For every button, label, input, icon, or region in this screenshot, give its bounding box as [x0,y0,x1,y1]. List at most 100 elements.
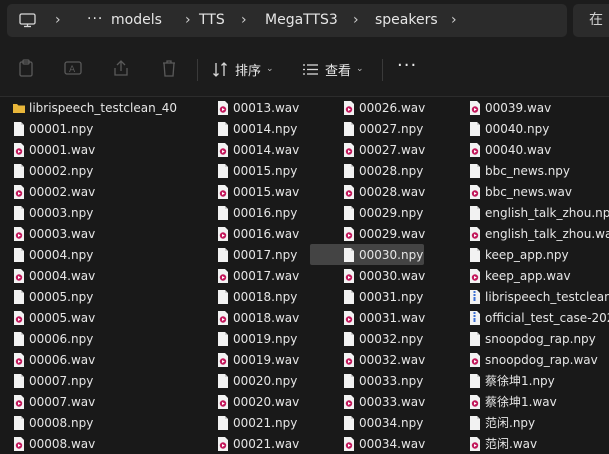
file-item[interactable]: 00030.wav [338,265,456,286]
file-item[interactable]: snoopdog_rap.npy [464,328,609,349]
address-bar[interactable]: › ··· models › TTS › MegaTTS3 › speakers… [7,4,567,37]
file-item[interactable]: 00021.wav [212,433,330,454]
file-item[interactable]: 00014.npy [212,118,330,139]
search-box[interactable]: 在 [573,4,609,37]
delete-icon[interactable] [159,58,179,78]
audio-file-icon [12,394,26,410]
file-item[interactable]: 00032.npy [338,328,456,349]
file-item[interactable]: 00027.wav [338,139,456,160]
file-item[interactable]: 00001.npy [8,118,204,139]
more-options-button[interactable]: ··· [397,55,417,76]
file-item[interactable]: 00030.npy [310,244,424,265]
file-item[interactable]: librispeech_testclean_ [464,286,609,307]
file-item[interactable]: 蔡徐坤1.npy [464,370,609,391]
file-item[interactable]: 00026.wav [338,97,456,118]
file-item[interactable]: 00002.npy [8,160,204,181]
breadcrumb-tts[interactable]: TTS [199,4,225,37]
file-item[interactable]: 00039.wav [464,97,609,118]
file-item[interactable]: 00032.wav [338,349,456,370]
file-item[interactable]: 00003.wav [8,223,204,244]
file-item[interactable]: bbc_news.wav [464,181,609,202]
file-item[interactable]: 00006.npy [8,328,204,349]
file-item[interactable]: official_test_case-2025 [464,307,609,328]
file-item[interactable]: 00015.wav [212,181,330,202]
file-item[interactable]: english_talk_zhou.npy [464,202,609,223]
file-icon [468,331,482,347]
audio-file-icon [342,436,356,452]
file-item[interactable]: 00005.npy [8,286,204,307]
file-item[interactable]: 00027.npy [338,118,456,139]
file-item[interactable]: 00031.wav [338,307,456,328]
file-item[interactable]: 00028.npy [338,160,456,181]
audio-file-icon [468,394,482,410]
file-item[interactable]: 00017.wav [212,265,330,286]
file-item[interactable]: 00029.wav [338,223,456,244]
file-item[interactable]: 蔡徐坤1.wav [464,391,609,412]
breadcrumb-models[interactable]: models [111,4,162,37]
file-item[interactable]: 00029.npy [338,202,456,223]
folder-item[interactable]: librispeech_testclean_40 [8,97,204,118]
breadcrumb-speakers[interactable]: speakers [375,4,438,37]
file-item[interactable]: 00016.wav [212,223,330,244]
file-item[interactable]: 00001.wav [8,139,204,160]
file-item[interactable]: 00040.npy [464,118,609,139]
file-item[interactable]: 00028.wav [338,181,456,202]
file-item[interactable]: 00002.wav [8,181,204,202]
chevron-right-icon[interactable]: › [451,4,457,37]
file-item[interactable]: 00007.npy [8,370,204,391]
file-item[interactable]: 00018.npy [212,286,330,307]
this-pc-icon[interactable] [19,13,36,28]
file-item[interactable]: 00033.npy [338,370,456,391]
file-item[interactable]: 00004.wav [8,265,204,286]
file-item[interactable]: 00006.wav [8,349,204,370]
file-item[interactable]: 00004.npy [8,244,204,265]
chevron-right-icon[interactable]: › [185,4,191,37]
file-item[interactable]: 范闲.wav [464,433,609,454]
file-item[interactable]: 00034.npy [338,412,456,433]
file-item[interactable]: 00020.npy [212,370,330,391]
file-icon [468,163,482,179]
file-item[interactable]: bbc_news.npy [464,160,609,181]
file-item[interactable]: 00008.wav [8,433,204,454]
rename-icon[interactable]: A [63,58,83,78]
file-item[interactable]: keep_app.npy [464,244,609,265]
file-item[interactable]: 00020.wav [212,391,330,412]
file-item[interactable]: 00019.npy [212,328,330,349]
file-item[interactable]: snoopdog_rap.wav [464,349,609,370]
file-item[interactable]: 00013.wav [212,97,330,118]
chevron-right-icon[interactable]: › [241,4,247,37]
file-item[interactable]: 00033.wav [338,391,456,412]
chevron-right-icon[interactable]: › [353,4,359,37]
file-item[interactable]: 00019.wav [212,349,330,370]
view-button[interactable]: 查看 ⌄ [302,56,364,82]
file-item[interactable]: 00040.wav [464,139,609,160]
file-item[interactable]: 00014.wav [212,139,330,160]
file-item[interactable]: 范闲.npy [464,412,609,433]
file-item[interactable]: 00021.npy [212,412,330,433]
chevron-right-icon[interactable]: › [55,4,61,37]
paste-icon[interactable] [16,58,36,78]
file-name: 00014.npy [233,121,298,136]
breadcrumb-megatts3[interactable]: MegaTTS3 [265,4,338,37]
file-item[interactable]: 00003.npy [8,202,204,223]
file-name: 00018.wav [233,310,300,325]
file-item[interactable]: 00018.wav [212,307,330,328]
share-icon[interactable] [111,58,131,78]
file-item[interactable]: 00031.npy [338,286,456,307]
address-row: › ··· models › TTS › MegaTTS3 › speakers… [0,0,609,42]
file-item[interactable]: 00005.wav [8,307,204,328]
breadcrumb-overflow[interactable]: ··· [87,4,103,37]
file-name: 00002.wav [29,184,96,199]
file-item[interactable]: 00015.npy [212,160,330,181]
file-name: 00007.npy [29,373,94,388]
file-item[interactable]: 00034.wav [338,433,456,454]
file-item[interactable]: english_talk_zhou.wav [464,223,609,244]
file-item[interactable]: keep_app.wav [464,265,609,286]
audio-file-icon [216,142,230,158]
file-name: english_talk_zhou.npy [485,205,609,220]
file-item[interactable]: 00016.npy [212,202,330,223]
file-icon [342,121,356,137]
file-item[interactable]: 00007.wav [8,391,204,412]
file-item[interactable]: 00008.npy [8,412,204,433]
sort-button[interactable]: 排序 ⌄ [212,56,274,82]
